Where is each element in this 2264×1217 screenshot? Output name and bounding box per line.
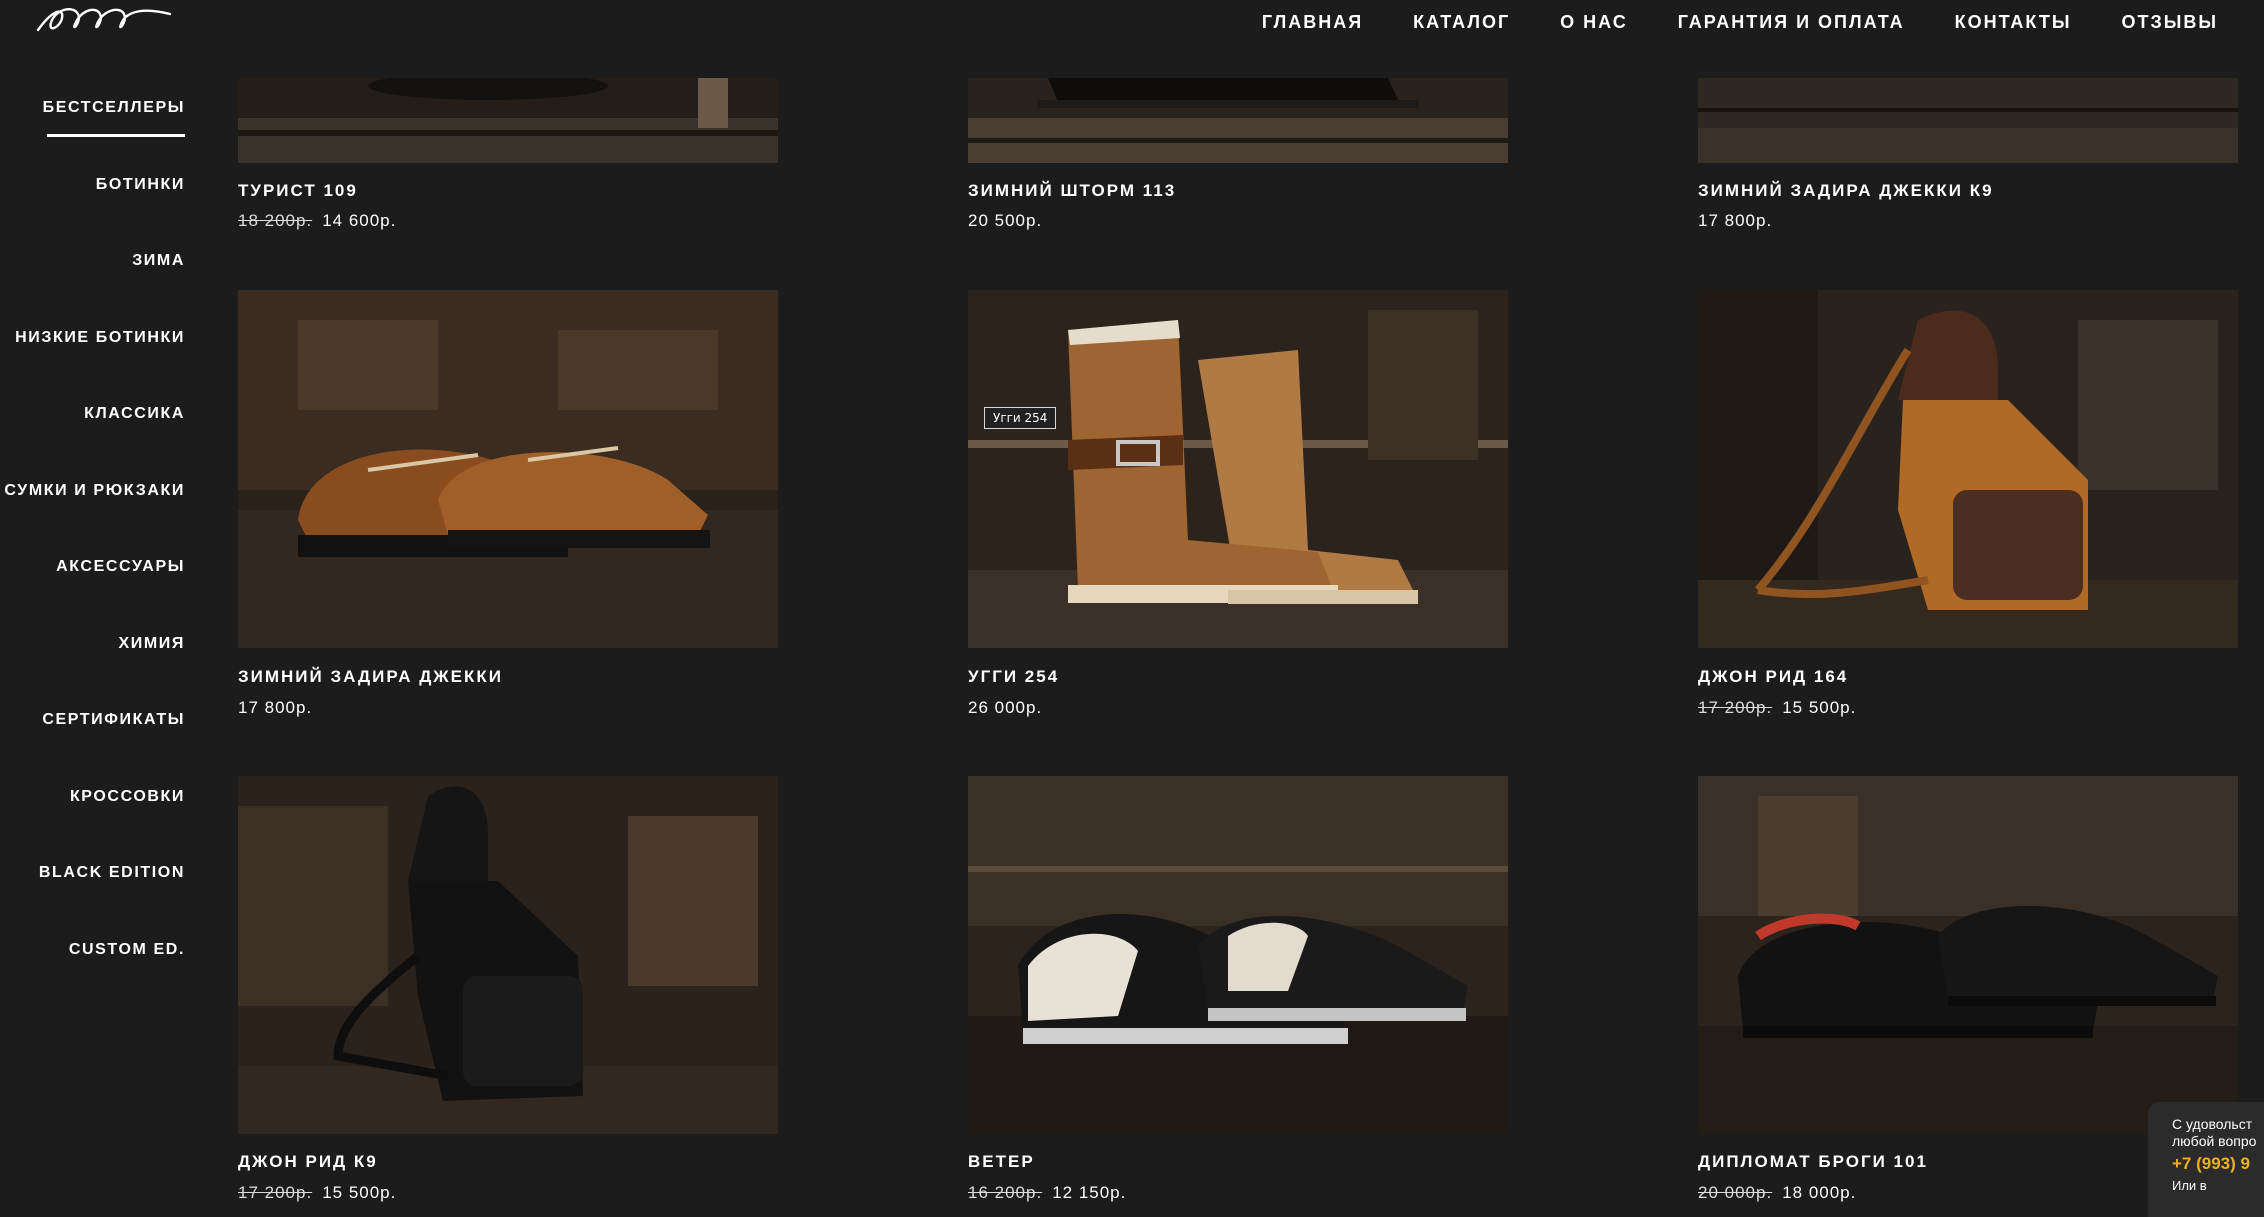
product-price: 20 000р. 18 000р.	[1698, 1183, 1856, 1203]
product-old-price: 18 200р.	[238, 211, 313, 230]
product-card[interactable]: ДИПЛОМАТ БРОГИ 101 20 000р. 18 000р.	[1698, 776, 2238, 1202]
product-photo[interactable]	[238, 776, 778, 1134]
chat-phone-link[interactable]: +7 (993) 9	[2172, 1154, 2264, 1174]
product-current-price: 18 000р.	[1782, 1183, 1857, 1202]
product-current-price: 12 150р.	[1052, 1183, 1127, 1202]
chat-greeting-line-1: С удовольст	[2172, 1116, 2253, 1132]
product-price: 17 800р.	[238, 698, 312, 718]
product-old-price: 20 000р.	[1698, 1183, 1773, 1202]
sidebar-item-winter[interactable]: ЗИМА	[0, 248, 185, 325]
product-price: 17 200р. 15 500р.	[1698, 698, 1856, 718]
chat-widget[interactable]: С удовольст любой вопро +7 (993) 9 Или в	[2148, 1102, 2264, 1217]
sidebar-item-certificates[interactable]: СЕРТИФИКАТЫ	[0, 707, 185, 784]
product-name[interactable]: ДИПЛОМАТ БРОГИ 101	[1698, 1152, 1928, 1172]
sidebar-item-bags[interactable]: СУМКИ И РЮКЗАКИ	[0, 478, 185, 555]
product-current-price: 20 500р.	[968, 211, 1043, 230]
nav-contacts[interactable]: КОНТАКТЫ	[1955, 12, 2072, 33]
product-name[interactable]: ТУРИСТ 109	[238, 181, 358, 201]
product-card[interactable]: ДЖОН РИД 164 17 200р. 15 500р.	[1698, 290, 2238, 717]
sneakers-photo-icon	[968, 776, 1508, 1134]
product-photo-cropped[interactable]	[238, 78, 778, 163]
product-photo[interactable]	[238, 290, 778, 648]
sidebar-item-custom-ed[interactable]: CUSTOM ED.	[0, 937, 185, 1014]
product-card[interactable]: ЗИМНИЙ ЗАДИРА ДЖЕККИ К9 17 800р.	[1698, 78, 2238, 230]
sidebar-item-bestsellers[interactable]: БЕСТСЕЛЛЕРЫ	[0, 95, 185, 172]
chat-greeting-line-2: любой вопро	[2172, 1133, 2257, 1149]
top-navigation: ГЛАВНАЯ КАТАЛОГ О НАС ГАРАНТИЯ И ОПЛАТА …	[1262, 10, 2218, 34]
product-price: 26 000р.	[968, 698, 1042, 718]
black-sling-bag-photo-icon	[238, 776, 778, 1134]
sidebar-item-low-boots[interactable]: НИЗКИЕ БОТИНКИ	[0, 325, 185, 402]
product-current-price: 26 000р.	[968, 698, 1043, 717]
product-tooltip: Угги 254	[984, 407, 1057, 429]
sidebar-item-sneakers[interactable]: КРОССОВКИ	[0, 784, 185, 861]
product-old-price: 17 200р.	[1698, 698, 1773, 717]
product-price: 20 500р.	[968, 211, 1042, 231]
product-name[interactable]: ВЕТЕР	[968, 1152, 1035, 1172]
sidebar-item-accessories[interactable]: АКСЕССУАРЫ	[0, 554, 185, 631]
sidebar-item-chemistry[interactable]: ХИМИЯ	[0, 631, 185, 708]
product-price: 18 200р. 14 600р.	[238, 211, 396, 231]
product-price: 16 200р. 12 150р.	[968, 1183, 1126, 1203]
product-photo[interactable]	[1698, 290, 2238, 648]
product-name[interactable]: ДЖОН РИД К9	[238, 1152, 378, 1172]
product-name[interactable]: ЗИМНИЙ ЗАДИРА ДЖЕККИ К9	[1698, 181, 1994, 201]
product-current-price: 15 500р.	[322, 1183, 397, 1202]
product-card[interactable]: ВЕТЕР 16 200р. 12 150р.	[968, 776, 1508, 1202]
product-card[interactable]: ТУРИСТ 109 18 200р. 14 600р.	[238, 78, 778, 230]
brogue-shoes-photo-icon	[1698, 776, 2238, 1134]
product-photo[interactable]: Угги 254	[968, 290, 1508, 648]
ugg-boots-photo-icon	[968, 290, 1508, 648]
product-photo-cropped[interactable]	[1698, 78, 2238, 163]
product-name[interactable]: ЗИМНИЙ ШТОРМ 113	[968, 181, 1176, 201]
derby-shoes-photo-icon	[238, 290, 778, 648]
product-photo-cropped[interactable]	[968, 78, 1508, 163]
nav-home[interactable]: ГЛАВНАЯ	[1262, 12, 1363, 33]
nav-reviews[interactable]: ОТЗЫВЫ	[2121, 12, 2218, 33]
product-price: 17 200р. 15 500р.	[238, 1183, 396, 1203]
category-sidebar: БЕСТСЕЛЛЕРЫ БОТИНКИ ЗИМА НИЗКИЕ БОТИНКИ …	[0, 95, 185, 1013]
product-name[interactable]: УГГИ 254	[968, 667, 1059, 687]
product-photo[interactable]	[1698, 776, 2238, 1134]
nav-warranty-payment[interactable]: ГАРАНТИЯ И ОПЛАТА	[1678, 12, 1905, 33]
boot-photo-icon	[1698, 78, 2238, 163]
product-current-price: 17 800р.	[238, 698, 313, 717]
product-card[interactable]: Угги 254 УГГИ 254 26 000р.	[968, 290, 1508, 717]
sidebar-item-classic[interactable]: КЛАССИКА	[0, 401, 185, 478]
signature-logo-icon	[36, 8, 172, 32]
product-name[interactable]: ЗИМНИЙ ЗАДИРА ДЖЕККИ	[238, 667, 503, 687]
product-name[interactable]: ДЖОН РИД 164	[1698, 667, 1848, 687]
chat-or-text: Или в	[2172, 1178, 2207, 1193]
product-old-price: 16 200р.	[968, 1183, 1043, 1202]
nav-catalog[interactable]: КАТАЛОГ	[1413, 12, 1510, 33]
sidebar-item-black-edition[interactable]: BLACK EDITION	[0, 860, 185, 937]
nav-about[interactable]: О НАС	[1560, 12, 1628, 33]
product-current-price: 14 600р.	[322, 211, 397, 230]
boot-photo-icon	[968, 78, 1508, 163]
product-current-price: 17 800р.	[1698, 211, 1773, 230]
product-card[interactable]: ДЖОН РИД К9 17 200р. 15 500р.	[238, 776, 778, 1202]
product-price: 17 800р.	[1698, 211, 1772, 231]
brand-logo[interactable]	[34, 0, 174, 48]
sling-bag-photo-icon	[1698, 290, 2238, 648]
sidebar-item-boots[interactable]: БОТИНКИ	[0, 172, 185, 249]
product-current-price: 15 500р.	[1782, 698, 1857, 717]
product-photo[interactable]	[968, 776, 1508, 1134]
product-card[interactable]: ЗИМНИЙ ШТОРМ 113 20 500р.	[968, 78, 1508, 230]
product-old-price: 17 200р.	[238, 1183, 313, 1202]
product-card[interactable]: ЗИМНИЙ ЗАДИРА ДЖЕККИ 17 800р.	[238, 290, 778, 717]
boot-photo-icon	[238, 78, 778, 163]
